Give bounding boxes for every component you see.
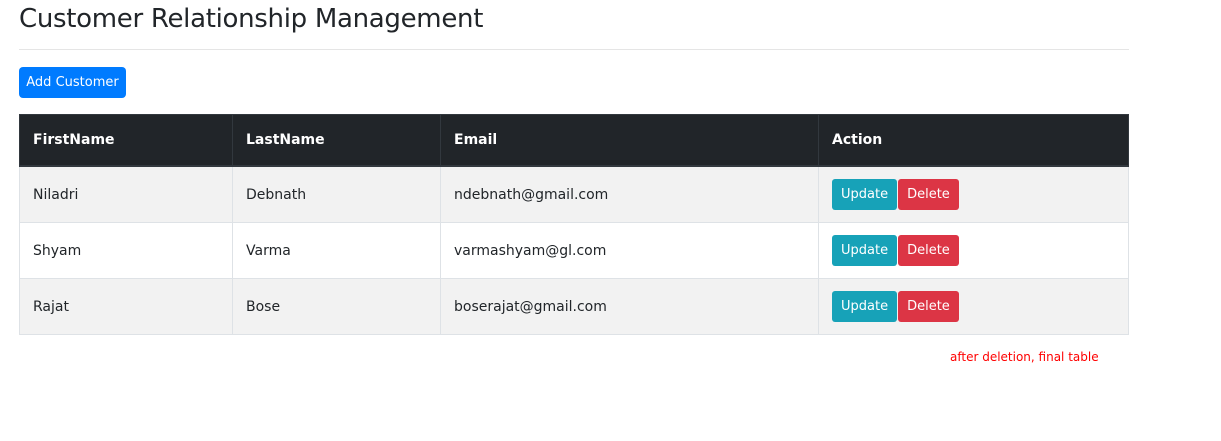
update-button[interactable]: Update <box>832 235 898 266</box>
cell-action: Update Delete <box>818 222 1129 279</box>
table-row: Shyam Varma varmashyam@gl.com Update Dele… <box>19 222 1129 279</box>
cell-firstname: Niladri <box>19 165 233 223</box>
cell-lastname: Bose <box>232 278 441 335</box>
header-email: Email <box>440 114 819 167</box>
delete-button[interactable]: Delete <box>898 179 959 210</box>
update-button[interactable]: Update <box>832 179 898 210</box>
page-title: Customer Relationship Management <box>19 4 484 34</box>
table-header-row: FirstName LastName Email Action <box>19 114 1129 167</box>
cell-action: Update Delete <box>818 165 1129 223</box>
cell-email: boserajat@gmail.com <box>440 278 819 335</box>
cell-email: ndebnath@gmail.com <box>440 165 819 223</box>
cell-firstname: Rajat <box>19 278 233 335</box>
header-action: Action <box>818 114 1129 167</box>
update-button[interactable]: Update <box>832 291 898 322</box>
customer-table: FirstName LastName Email Action Niladri … <box>19 114 1129 335</box>
table-row: Rajat Bose boserajat@gmail.com Update Del… <box>19 278 1129 335</box>
divider <box>19 49 1129 50</box>
cell-action: Update Delete <box>818 278 1129 335</box>
cell-email: varmashyam@gl.com <box>440 222 819 279</box>
table-row: Niladri Debnath ndebnath@gmail.com Updat… <box>19 165 1129 223</box>
cell-firstname: Shyam <box>19 222 233 279</box>
cell-lastname: Varma <box>232 222 441 279</box>
header-lastname: LastName <box>232 114 441 167</box>
annotation-note: after deletion, final table <box>950 350 1099 364</box>
header-firstname: FirstName <box>19 114 233 167</box>
delete-button[interactable]: Delete <box>898 235 959 266</box>
add-customer-button[interactable]: Add Customer <box>19 67 126 98</box>
cell-lastname: Debnath <box>232 165 441 223</box>
delete-button[interactable]: Delete <box>898 291 959 322</box>
